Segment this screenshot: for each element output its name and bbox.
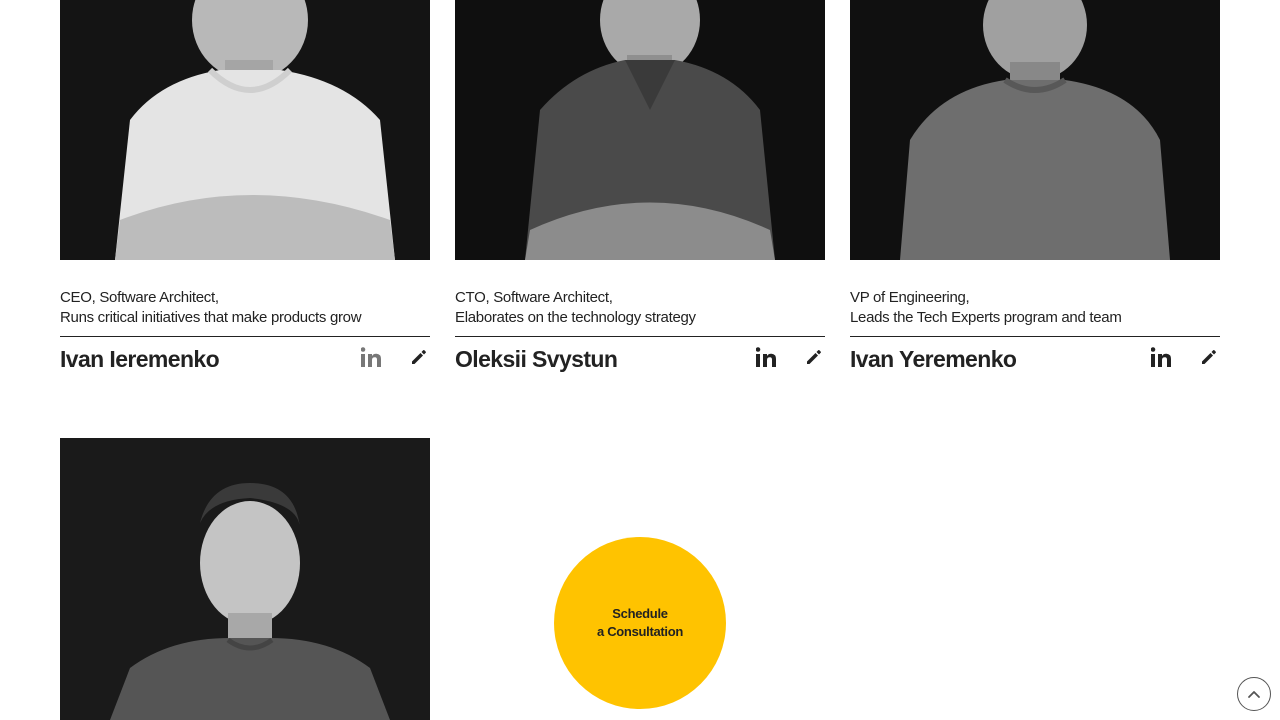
divider [850, 336, 1220, 337]
schedule-consultation-button[interactable]: Schedule a Consultation [554, 537, 726, 709]
cta-line-1: Schedule [612, 606, 668, 621]
team-photo [60, 0, 430, 260]
cta-line-2: a Consultation [596, 624, 684, 639]
pencil-icon[interactable] [1198, 346, 1220, 368]
scroll-top-button[interactable] [1237, 677, 1271, 711]
role-description: Leads the Tech Experts program and team [850, 309, 1122, 326]
team-member-name: Oleksii Svystun [455, 346, 618, 372]
linkedin-icon[interactable] [360, 346, 382, 368]
divider [455, 336, 825, 337]
team-member-name: Ivan Yeremenko [850, 346, 1017, 372]
linkedin-icon[interactable] [1150, 346, 1172, 368]
team-role: VP of Engineering, Leads the Tech Expert… [850, 288, 1220, 328]
linkedin-icon[interactable] [755, 346, 777, 368]
portrait-image [455, 0, 825, 260]
team-photo [455, 0, 825, 260]
role-title: VP of Engineering, [850, 289, 970, 306]
role-title: CTO, Software Architect, [455, 289, 613, 306]
team-photo [850, 0, 1220, 260]
team-role: CTO, Software Architect, Elaborates on t… [455, 288, 825, 328]
divider [60, 336, 430, 337]
team-photo [60, 438, 430, 720]
portrait-image [850, 0, 1220, 260]
role-title: CEO, Software Architect, [60, 289, 219, 306]
team-role: CEO, Software Architect, Runs critical i… [60, 288, 430, 328]
portrait-image [60, 438, 430, 720]
role-description: Elaborates on the technology strategy [455, 309, 696, 326]
role-description: Runs critical initiatives that make prod… [60, 309, 362, 326]
pencil-icon[interactable] [408, 346, 430, 368]
team-member-name: Ivan Ieremenko [60, 346, 220, 372]
portrait-image [60, 0, 430, 260]
pencil-icon[interactable] [803, 346, 825, 368]
chevron-up-icon [1248, 691, 1260, 698]
